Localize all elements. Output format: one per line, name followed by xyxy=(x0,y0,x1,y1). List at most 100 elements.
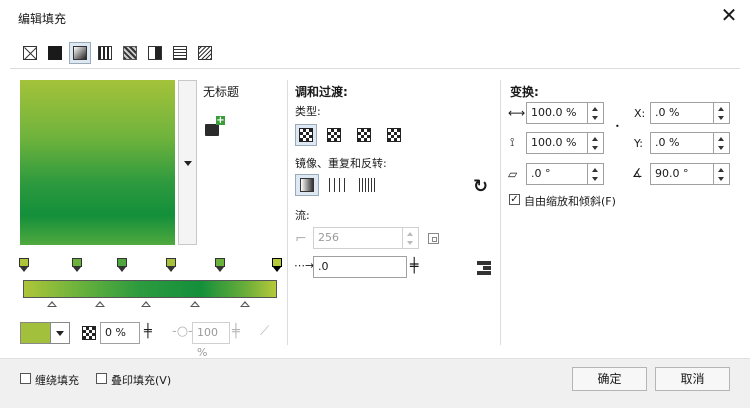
midpoint-slider[interactable] xyxy=(47,301,57,307)
transparency-icon xyxy=(82,326,96,340)
column-divider xyxy=(500,80,501,345)
reverse-icon[interactable]: ↻ xyxy=(473,176,488,197)
color-stop-selected[interactable] xyxy=(272,258,282,272)
close-button[interactable]: ✕ xyxy=(718,4,740,26)
midpoint-slider[interactable] xyxy=(141,301,151,307)
blend-type-label: 类型: xyxy=(295,105,321,118)
repeat-mirror-icon xyxy=(329,178,345,192)
overprint-fill-checkbox[interactable] xyxy=(96,373,107,384)
uniform-fill-button[interactable] xyxy=(45,43,65,63)
slider-handle-icon[interactable]: ╪ xyxy=(410,258,418,274)
fountain-fill-button[interactable] xyxy=(69,42,91,64)
toolbar-divider xyxy=(10,68,740,69)
x-label: X: xyxy=(634,107,646,120)
height-icon: ⟟ xyxy=(510,135,515,149)
color-stop[interactable] xyxy=(215,258,225,272)
uniform-fill-icon xyxy=(48,46,62,60)
no-fill-icon xyxy=(23,46,37,60)
y-offset-spinner[interactable] xyxy=(714,132,730,154)
rectangular-blend-icon xyxy=(387,128,401,142)
fill-type-toolbar xyxy=(20,42,215,64)
width-icon: ⟷ xyxy=(508,106,526,120)
dialog-title: 编辑填充 xyxy=(18,12,67,26)
rotate-angle-icon: ∡ xyxy=(632,166,643,180)
chevron-down-icon xyxy=(56,330,64,336)
postscript-fill-icon xyxy=(198,46,212,60)
bitmap-pattern-fill-button[interactable] xyxy=(120,43,140,63)
wrap-fill-label: 缠绕填充 xyxy=(35,374,79,387)
bitmap-pattern-icon xyxy=(123,46,137,60)
elliptical-blend-button[interactable] xyxy=(324,125,344,145)
edit-fill-dialog: 编辑填充 ✕ 无标题 0 % ╪ -○- 100 % ╪ ⟋ 调 xyxy=(0,0,750,408)
wrap-fill-checkbox[interactable] xyxy=(20,373,31,384)
default-fill-button[interactable] xyxy=(295,174,319,196)
cancel-button[interactable]: 取消 xyxy=(655,367,730,391)
midpoint-slider[interactable] xyxy=(190,301,200,307)
acceleration-icon: ⋯→ xyxy=(294,259,315,272)
slider-handle-icon[interactable]: ╪ xyxy=(144,324,152,339)
transform-section-title: 变换: xyxy=(510,85,539,99)
y-label: Y: xyxy=(634,137,643,150)
y-offset-input[interactable]: .0 % xyxy=(650,132,714,154)
skew-spinner[interactable] xyxy=(588,163,604,185)
ok-button[interactable]: 确定 xyxy=(572,367,647,391)
fill-height-spinner[interactable] xyxy=(588,132,604,154)
postscript-fill-button[interactable] xyxy=(195,43,215,63)
repeat-button[interactable] xyxy=(356,175,378,195)
node-color-swatch xyxy=(21,323,51,343)
fill-picker-dropdown[interactable] xyxy=(178,80,197,245)
repeat-mirror-button[interactable] xyxy=(326,175,348,195)
fountain-fill-icon xyxy=(73,46,87,60)
elliptical-blend-icon xyxy=(327,128,341,142)
rotate-spinner[interactable] xyxy=(714,163,730,185)
steps-input[interactable]: 256 xyxy=(313,227,403,249)
skew-input[interactable]: .0 ° xyxy=(526,163,588,185)
preset-name: 无标题 xyxy=(203,85,240,99)
color-stop[interactable] xyxy=(72,258,82,272)
rectangular-blend-button[interactable] xyxy=(384,125,404,145)
texture-fill-icon xyxy=(173,46,187,60)
acceleration-input[interactable]: .0 xyxy=(313,256,407,278)
x-offset-input[interactable]: .0 % xyxy=(650,102,714,124)
conical-blend-button[interactable] xyxy=(354,125,374,145)
color-stop[interactable] xyxy=(117,258,127,272)
midpoint-slider[interactable] xyxy=(95,301,105,307)
vector-pattern-icon xyxy=(98,46,112,60)
fill-width-spinner[interactable] xyxy=(588,102,604,124)
linear-blend-icon xyxy=(299,128,313,142)
fill-preview xyxy=(20,80,175,245)
overprint-fill-label: 叠印填充(V) xyxy=(111,374,172,387)
node-position-input[interactable]: 100 % xyxy=(192,322,230,359)
smooth-transition-icon[interactable] xyxy=(477,261,491,275)
color-stop[interactable] xyxy=(19,258,29,272)
steps-icon: ⌐ xyxy=(295,231,307,247)
no-fill-button[interactable] xyxy=(20,43,40,63)
midpoint-slider[interactable] xyxy=(240,301,250,307)
free-scale-label: 自由缩放和倾斜(F) xyxy=(524,195,616,208)
free-scale-checkbox[interactable]: ✓ xyxy=(509,194,520,205)
repeat-icon xyxy=(359,178,375,192)
node-position-icon: -○- xyxy=(172,324,193,339)
vector-pattern-fill-button[interactable] xyxy=(95,43,115,63)
x-offset-spinner[interactable] xyxy=(714,102,730,124)
fill-height-input[interactable]: 100.0 % xyxy=(526,132,588,154)
eyedropper-icon: ⟋ xyxy=(260,324,270,339)
gradient-bar[interactable] xyxy=(23,280,277,298)
node-color-picker[interactable] xyxy=(20,322,70,344)
node-transparency-input[interactable]: 0 % xyxy=(100,322,140,344)
rotate-input[interactable]: 90.0 ° xyxy=(650,163,714,185)
lock-steps-icon[interactable] xyxy=(428,233,439,244)
link-icon[interactable]: • xyxy=(615,122,620,131)
texture-fill-button[interactable] xyxy=(170,43,190,63)
two-color-pattern-fill-button[interactable] xyxy=(145,43,165,63)
mirror-repeat-label: 镜像、重复和反转: xyxy=(295,157,387,170)
title-bar: 编辑填充 ✕ xyxy=(0,0,750,32)
flow-label: 流: xyxy=(295,209,310,222)
steps-spinner[interactable] xyxy=(403,227,419,249)
default-fill-icon xyxy=(300,178,314,192)
save-fill-icon[interactable] xyxy=(205,116,225,136)
fill-width-input[interactable]: 100.0 % xyxy=(526,102,588,124)
color-stop[interactable] xyxy=(166,258,176,272)
linear-blend-button[interactable] xyxy=(295,124,317,146)
skew-icon: ▱ xyxy=(508,167,518,181)
